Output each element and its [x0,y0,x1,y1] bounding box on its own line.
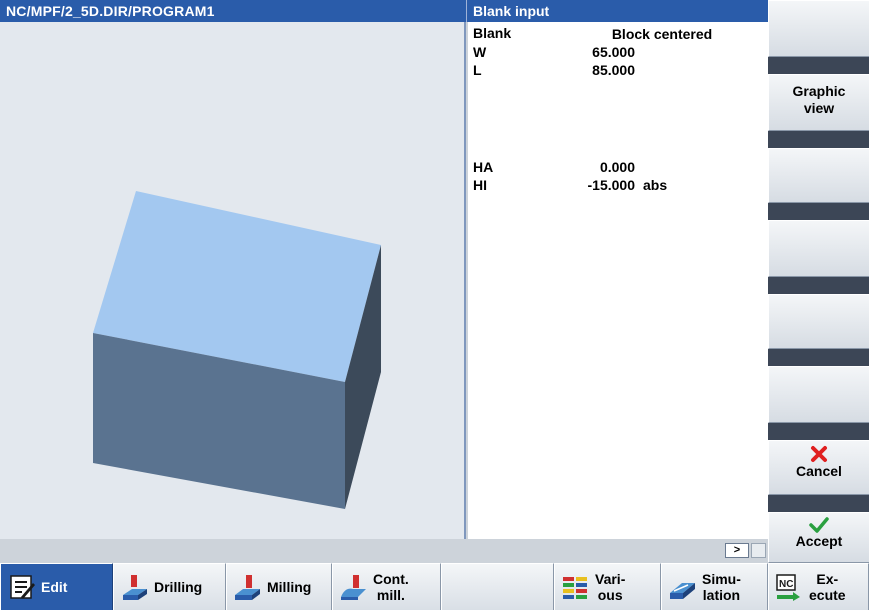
cancel-button[interactable]: Cancel [768,440,869,495]
graphic-view-button[interactable]: Graphic view [768,74,869,131]
window-title: NC/MPF/2_5D.DIR/PROGRAM1 [0,0,466,22]
nc-execute-icon: NC [776,574,800,601]
various-label-1: Vari- [595,571,626,587]
execute-label-1: Ex- [816,571,839,587]
contour-milling-softkey[interactable]: Cont. mill. [332,563,441,610]
execute-softkey[interactable]: NC Ex-ecute [768,563,869,610]
vsk-gap-6 [768,423,869,440]
vsk-gap-3 [768,203,869,220]
blank-label: Blank [473,25,512,41]
field-row-ha: HA 0.000 [468,159,768,176]
hi-unit-select[interactable]: abs [643,177,667,194]
vsk-3[interactable] [768,148,869,203]
milling-icon [235,575,260,600]
drilling-label: Drilling [154,579,203,595]
blank-block-drawing [93,191,381,509]
various-softkey[interactable]: Vari-ous [554,563,661,610]
contour-milling-label-2: mill. [376,587,405,603]
length-input[interactable]: 85.000 [521,62,638,79]
execute-label-2: ecute [809,587,846,603]
milling-label: Milling [267,579,312,595]
vsk-gap-5 [768,349,869,366]
field-row-hi: HI -15.000 abs [468,177,768,194]
simulation-label: Simu-lation [702,571,741,603]
checkmark-icon [809,517,829,533]
blank-graphic-view [0,22,466,539]
simulation-label-1: Simu- [702,571,741,587]
field-row-w: W 65.000 [468,44,768,61]
vsk-5[interactable] [768,294,869,349]
milling-softkey[interactable]: Milling [226,563,332,610]
accept-label: Accept [795,533,843,549]
execute-label: Ex-ecute [809,571,846,603]
field-label-hi: HI [473,177,487,193]
various-icon [563,577,587,599]
vsk-gap-7 [768,495,869,512]
vsk-6[interactable] [768,366,869,423]
graphic-view-label-2: view [803,100,835,116]
vsk-gap-1 [768,57,869,74]
edit-label: Edit [41,579,68,595]
contour-milling-label-1: Cont. [373,571,409,587]
strip-box [751,543,766,558]
drilling-icon [123,575,147,600]
graphic-view-label-1: Graphic [792,83,846,99]
various-label: Vari-ous [595,571,625,603]
accept-button[interactable]: Accept [768,512,869,563]
ha-input[interactable]: 0.000 [521,159,638,176]
field-label-ha: HA [473,159,494,175]
simulation-icon [670,583,695,599]
contour-milling-label: Cont. mill. [373,571,409,603]
vsk-1[interactable] [768,0,869,57]
field-label-w: W [473,44,487,60]
simulation-softkey[interactable]: Simu-lation [661,563,768,610]
vsk-gap-2 [768,131,869,148]
x-icon [811,446,827,462]
vsk-4[interactable] [768,220,869,277]
simulation-label-2: lation [702,587,741,603]
edit-icon [10,575,35,599]
status-strip [0,539,768,561]
edit-softkey[interactable]: Edit [0,563,113,610]
blank-type-select[interactable]: Block centered [578,25,746,43]
hi-input[interactable]: -15.000 [521,177,638,194]
cancel-label: Cancel [796,463,842,479]
vsk-gap-4 [768,277,869,294]
various-label-2: ous [597,587,623,603]
contour-milling-icon [341,575,366,600]
svg-text:NC: NC [779,579,793,590]
empty-softkey[interactable] [441,563,554,610]
blank-input-panel: Blank Block centered W 65.000 L 85.000 H… [468,22,768,539]
width-input[interactable]: 65.000 [521,44,638,61]
more-button[interactable]: > [725,543,749,558]
field-row-l: L 85.000 [468,62,768,79]
blank-row: Blank Block centered [468,25,768,43]
field-label-l: L [473,62,482,78]
form-title: Blank input [466,0,768,22]
drilling-softkey[interactable]: Drilling [113,563,226,610]
